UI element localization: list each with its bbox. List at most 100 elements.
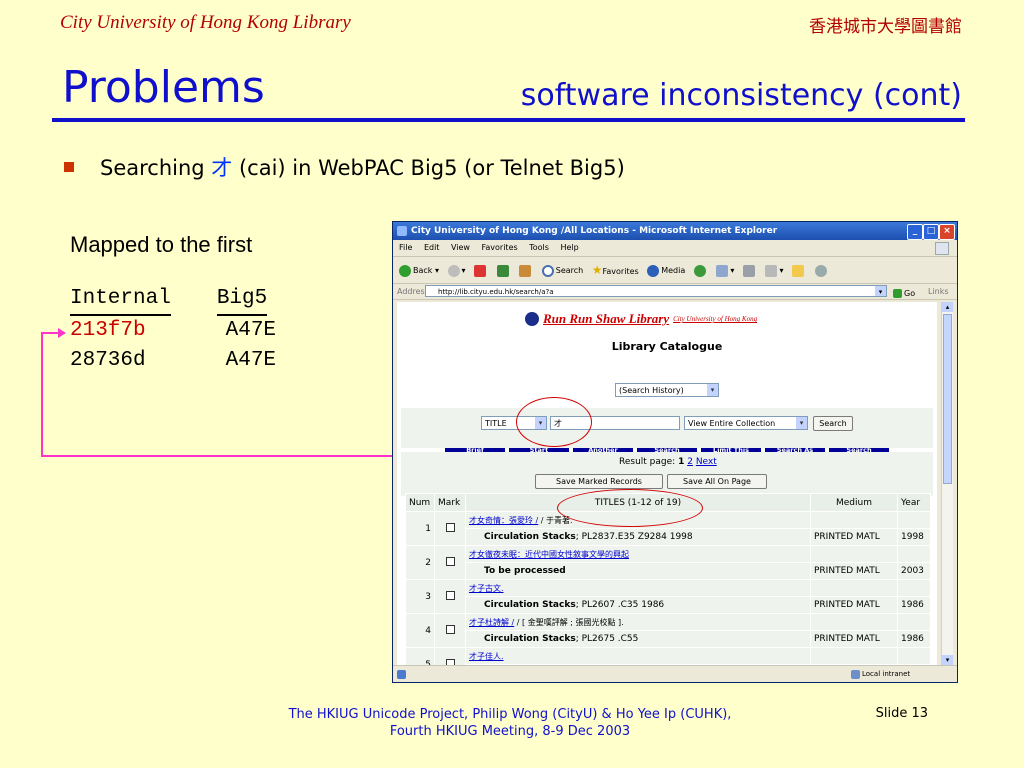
status-bar: Local intranet: [393, 665, 957, 682]
result-page-2-link[interactable]: 2: [687, 457, 693, 467]
toolbar: Back ▾ ▾ Search ★Favorites Media ▾ ▾: [393, 257, 957, 284]
row-title-link[interactable]: 才子杜詩解 /: [469, 618, 514, 627]
print-button[interactable]: [742, 258, 757, 284]
row-title-link[interactable]: 才子佳人.: [469, 652, 504, 661]
highlight-ellipse-search: [516, 397, 592, 447]
scroll-down-icon[interactable]: ▾: [942, 655, 953, 665]
row-holding: Circulation Stacks; PL2837.E35 Z9284 199…: [465, 528, 811, 546]
row-checkbox[interactable]: [434, 511, 466, 546]
search-history-select[interactable]: (Search History) ▾: [615, 383, 719, 397]
footer-line2: Fourth HKIUG Meeting, 8-9 Dec 2003: [389, 724, 631, 739]
table-row: To be processed PRINTED MATL 2003: [405, 562, 931, 580]
refresh-icon: [496, 264, 509, 277]
menu-tools[interactable]: Tools: [529, 243, 549, 252]
row-location: Circulation Stacks: [484, 532, 576, 542]
go-button[interactable]: Go: [893, 286, 915, 301]
menu-view[interactable]: View: [451, 243, 470, 252]
row-call-number: ; PL2675 .C55: [575, 634, 639, 644]
row-location: Circulation Stacks: [484, 634, 576, 644]
row-year-blank: [897, 647, 931, 665]
table-row: 5 才子佳人.: [405, 647, 931, 665]
table-row: Circulation Stacks; PL2607 .C35 1986 PRIN…: [405, 596, 931, 614]
menu-file[interactable]: File: [399, 243, 412, 252]
save-marked-button[interactable]: Save Marked Records: [535, 474, 663, 489]
footer-line1: The HKIUG Unicode Project, Philip Wong (…: [288, 707, 732, 722]
maximize-button[interactable]: □: [923, 224, 939, 240]
back-button[interactable]: Back ▾: [399, 258, 439, 284]
menu-help[interactable]: Help: [560, 243, 578, 252]
next-page-link[interactable]: Next: [696, 457, 717, 467]
row-checkbox[interactable]: [434, 579, 466, 614]
back-icon: [399, 264, 411, 277]
print-icon: [742, 264, 755, 277]
menu-edit[interactable]: Edit: [424, 243, 440, 252]
messenger-icon: [814, 264, 827, 277]
history-button[interactable]: [693, 258, 708, 284]
zone-status: Local intranet: [851, 666, 910, 682]
table-row: 3 才子古文.: [405, 579, 931, 614]
row-medium: PRINTED MATL: [810, 528, 898, 546]
star-icon: ★: [591, 263, 603, 277]
links-label[interactable]: Links: [928, 284, 949, 299]
col-medium[interactable]: Medium: [810, 493, 898, 512]
edit-button[interactable]: ▾: [765, 258, 783, 284]
favorites-button[interactable]: ★Favorites: [592, 257, 639, 285]
stop-icon: [474, 264, 487, 277]
collection-select[interactable]: View Entire Collection ▾: [684, 416, 808, 430]
row-medium-blank: [810, 545, 898, 563]
address-dropdown-icon[interactable]: ▾: [875, 286, 886, 296]
address-input[interactable]: http://lib.cityu.edu.hk/search/a?a ▾: [425, 285, 887, 297]
history-icon: [693, 264, 706, 277]
catalogue-title: Library Catalogue: [611, 340, 723, 353]
mail-button[interactable]: ▾: [716, 258, 734, 284]
col-num: Num: [405, 493, 435, 512]
row-title-link[interactable]: 才子古文.: [469, 584, 504, 593]
checkbox-icon[interactable]: [445, 556, 455, 566]
row-call-number: ; PL2837.E35 Z9284 1998: [575, 532, 693, 542]
row-medium: PRINTED MATL: [810, 562, 898, 580]
media-label: Media: [661, 266, 686, 275]
checkbox-icon[interactable]: [445, 522, 455, 532]
search-type-value: TITLE: [485, 419, 507, 428]
row-medium: PRINTED MATL: [810, 596, 898, 614]
checkbox-icon[interactable]: [445, 624, 455, 634]
media-icon: [647, 264, 660, 277]
window-title: City University of Hong Kong /All Locati…: [411, 226, 778, 236]
row-checkbox[interactable]: [434, 647, 466, 665]
folder-button[interactable]: [792, 258, 806, 284]
windows-logo-icon: [935, 242, 949, 255]
row-holding: Circulation Stacks; PL2607 .C35 1986: [465, 596, 811, 614]
save-all-button[interactable]: Save All On Page: [667, 474, 767, 489]
row-year-blank: [897, 613, 931, 631]
row-holding: Circulation Stacks; PL2675 .C55: [465, 630, 811, 648]
browser-window: City University of Hong Kong /All Locati…: [392, 221, 958, 683]
library-logo[interactable]: Run Run Shaw Library City University of …: [525, 311, 757, 327]
row-num: 5: [405, 647, 435, 665]
row-title-link[interactable]: 才女奇情：張愛玲 /: [469, 516, 538, 525]
forward-button[interactable]: ▾: [447, 258, 466, 284]
col-year[interactable]: Year: [897, 493, 931, 512]
row-checkbox[interactable]: [434, 613, 466, 648]
scrollbar-thumb[interactable]: [943, 314, 952, 484]
close-button[interactable]: ×: [939, 224, 955, 240]
vertical-scrollbar[interactable]: ▴ ▾: [941, 302, 953, 665]
row-title-link[interactable]: 才女徹夜未眠：近代中國女性敘事文學的興起: [469, 550, 629, 559]
checkbox-icon[interactable]: [445, 590, 455, 600]
refresh-button[interactable]: [496, 258, 511, 284]
go-icon: [893, 289, 902, 298]
stop-button[interactable]: [474, 258, 488, 284]
minimize-button[interactable]: _: [907, 224, 923, 240]
row-year: 1986: [897, 630, 931, 648]
row-location: To be processed: [484, 566, 566, 576]
home-button[interactable]: [519, 258, 533, 284]
search-submit-button[interactable]: Search: [813, 416, 853, 431]
row-year-blank: [897, 545, 931, 563]
row-checkbox[interactable]: [434, 545, 466, 580]
scroll-up-icon[interactable]: ▴: [942, 302, 953, 312]
footer: The HKIUG Unicode Project, Philip Wong (…: [230, 706, 790, 740]
media-button[interactable]: Media: [647, 258, 685, 284]
address-value: http://lib.cityu.edu.hk/search/a?a: [438, 288, 554, 296]
messenger-button[interactable]: [814, 258, 829, 284]
search-button[interactable]: Search: [541, 258, 583, 284]
menu-favorites[interactable]: Favorites: [482, 243, 518, 252]
